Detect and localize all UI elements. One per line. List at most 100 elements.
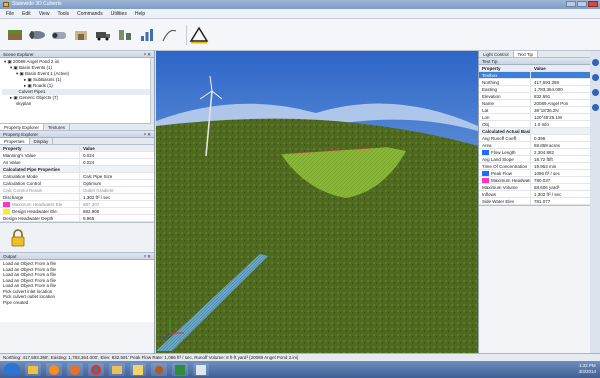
text-tip-row[interactable]: Flow Length 2,304.882	[479, 149, 590, 156]
firefox-icon[interactable]	[67, 363, 83, 376]
menu-view[interactable]: View	[39, 9, 50, 18]
chart-tool-button[interactable]	[138, 25, 156, 45]
tab-text-tip[interactable]: Text Tip	[513, 51, 539, 57]
tab-light-control[interactable]: Light Control	[479, 51, 514, 57]
arc-tool-button[interactable]	[160, 25, 178, 45]
property-row[interactable]: Calculation Mode Calc Pipe Size	[0, 173, 154, 180]
property-property-value[interactable]: 9.965	[80, 215, 154, 221]
color-swatch[interactable]	[3, 202, 10, 207]
menu-commands[interactable]: Commands	[77, 9, 103, 18]
text-tip-section-row[interactable]: Calculated Actual Basin 1	[479, 128, 590, 135]
chrome-icon[interactable]	[88, 363, 104, 376]
property-row[interactable]: Maximum Headwater Ele. 887.307	[0, 201, 154, 208]
3d-viewport[interactable]	[156, 51, 478, 353]
text-tip-property-value[interactable]: 18.72 ft/ft	[531, 156, 590, 162]
text-tip-property-value[interactable]: 0.396	[531, 135, 590, 141]
side-tool-button[interactable]	[591, 74, 599, 81]
side-tool-button[interactable]	[591, 59, 599, 66]
property-row[interactable]: Design Headwater Ele. 882.900	[0, 208, 154, 215]
explorer-icon[interactable]	[25, 363, 41, 376]
start-orb-icon[interactable]	[4, 363, 20, 376]
text-tip-property-value[interactable]: 417,593.368	[531, 79, 590, 85]
pin-icon[interactable]: ᵖ ✕	[144, 131, 151, 138]
property-property-value[interactable]	[80, 166, 154, 172]
text-tip-property-value[interactable]: 1.0 Info	[531, 121, 590, 127]
color-swatch[interactable]	[3, 209, 10, 214]
maximize-button[interactable]	[577, 1, 587, 7]
text-tip-row[interactable]: Northing 417,593.368	[479, 79, 590, 86]
pin-icon[interactable]: ᵖ ✕	[144, 253, 151, 260]
property-property-value[interactable]: 882.900	[80, 208, 154, 214]
text-tip-row[interactable]: Name 20089 Angel Pon	[479, 100, 590, 107]
text-tip-property-value[interactable]: 781.077	[531, 198, 590, 204]
vehicle-tool-button[interactable]	[94, 25, 112, 45]
property-property-value[interactable]: 0.024	[80, 152, 154, 158]
side-tool-button[interactable]	[591, 89, 599, 96]
text-tip-property-value[interactable]	[531, 72, 590, 78]
property-property-value[interactable]: Outlet Gradient	[80, 187, 154, 193]
delta-tool-button[interactable]	[186, 24, 210, 45]
text-tip-row[interactable]: Elevation 832.591	[479, 93, 590, 100]
tree-scrollbar[interactable]	[150, 58, 154, 124]
text-tip-row[interactable]: Peak Flow 1086 ft³ / sec	[479, 170, 590, 177]
minimize-button[interactable]	[566, 1, 576, 7]
text-tip-row[interactable]: Textbox	[479, 72, 590, 79]
side-tool-button[interactable]	[591, 104, 599, 111]
color-swatch[interactable]	[482, 171, 489, 176]
text-tip-property-value[interactable]: 68,606 yard³	[531, 184, 590, 190]
color-swatch[interactable]	[482, 150, 489, 155]
text-tip-property-value[interactable]: 1,302 ft³ / sec	[531, 191, 590, 197]
text-tip-property-value[interactable]: 1,783,364.000	[531, 86, 590, 92]
menu-tools[interactable]: Tools	[57, 9, 69, 18]
text-tip-row[interactable]: Time Of Concentration 19.953 min	[479, 163, 590, 170]
property-property-value[interactable]: 1,302 ft³ / sec	[80, 194, 154, 200]
tab-textures[interactable]: Textures	[44, 124, 71, 130]
text-tip-property-value[interactable]: 20089 Angel Pon	[531, 100, 590, 106]
text-tip-row[interactable]: Side Water Elev 781.077	[479, 198, 590, 205]
text-tip-row[interactable]: Maximum Volume 68,606 yard³	[479, 184, 590, 191]
property-row[interactable]: Calc Control Result Outlet Gradient	[0, 187, 154, 194]
culvert-tool-button[interactable]	[50, 25, 68, 45]
text-tip-property-value[interactable]: 19.953 min	[531, 163, 590, 169]
tab-display[interactable]: Display	[30, 138, 54, 144]
tree-node-skyplan[interactable]: skyplan	[2, 101, 152, 107]
color-swatch[interactable]	[482, 178, 489, 183]
text-tip-row[interactable]: Obj 1.0 Info	[479, 121, 590, 128]
text-tip-property-value[interactable]: 1086 ft³ / sec	[531, 170, 590, 176]
property-property-value[interactable]: Optimum	[80, 180, 154, 186]
text-tip-property-value[interactable]: 2,304.882	[531, 149, 590, 155]
text-tip-row[interactable]: Area 68.858 acres	[479, 142, 590, 149]
folder-icon[interactable]	[109, 363, 125, 376]
text-tip-row[interactable]: Avg Land Slope 18.72 ft/ft	[479, 156, 590, 163]
paint-icon[interactable]	[130, 363, 146, 376]
text-tip-row[interactable]: Avg Runoff Coeff. 0.396	[479, 135, 590, 142]
menu-file[interactable]: File	[6, 9, 14, 18]
text-tip-row[interactable]: Inflows 1,302 ft³ / sec	[479, 191, 590, 198]
menu-edit[interactable]: Edit	[22, 9, 31, 18]
tab-properties[interactable]: Properties	[0, 138, 30, 144]
property-row[interactable]: Discharge 1,302 ft³ / sec	[0, 194, 154, 201]
property-property-value[interactable]: Calc Pipe Size	[80, 173, 154, 179]
property-property-value[interactable]: 0.024	[80, 159, 154, 165]
property-row[interactable]: Calculation Control Optimum	[0, 180, 154, 187]
tab-property-explorer[interactable]: Property Explorer	[0, 124, 45, 130]
pipe-tool-button[interactable]	[28, 25, 46, 45]
property-row[interactable]: Design Headwater Depth 9.965	[0, 215, 154, 222]
menu-help[interactable]: Help	[135, 9, 145, 18]
text-tip-row[interactable]: Easting 1,783,364.000	[479, 86, 590, 93]
property-row[interactable]: Manning's Value 0.024	[0, 152, 154, 159]
text-tip-property-value[interactable]: 38°18'36.2N	[531, 107, 590, 113]
pin-icon[interactable]: ᵖ ✕	[144, 51, 151, 58]
chart-icon[interactable]	[172, 363, 188, 376]
text-tip-property-value[interactable]: 120°45'26.1W	[531, 114, 590, 120]
property-property-value[interactable]: 887.307	[80, 201, 154, 207]
text-tip-property-value[interactable]: 780.037	[531, 177, 590, 183]
text-tip-row[interactable]: Lon 120°45'26.1W	[479, 114, 590, 121]
culvert-icon[interactable]	[151, 363, 167, 376]
text-tip-row[interactable]: Lat 38°18'36.2N	[479, 107, 590, 114]
media-icon[interactable]	[46, 363, 62, 376]
structure-tool-button[interactable]	[72, 25, 90, 45]
menu-utilities[interactable]: Utilities	[111, 9, 127, 18]
notepad-icon[interactable]	[193, 363, 209, 376]
object-tool-button[interactable]	[116, 25, 134, 45]
